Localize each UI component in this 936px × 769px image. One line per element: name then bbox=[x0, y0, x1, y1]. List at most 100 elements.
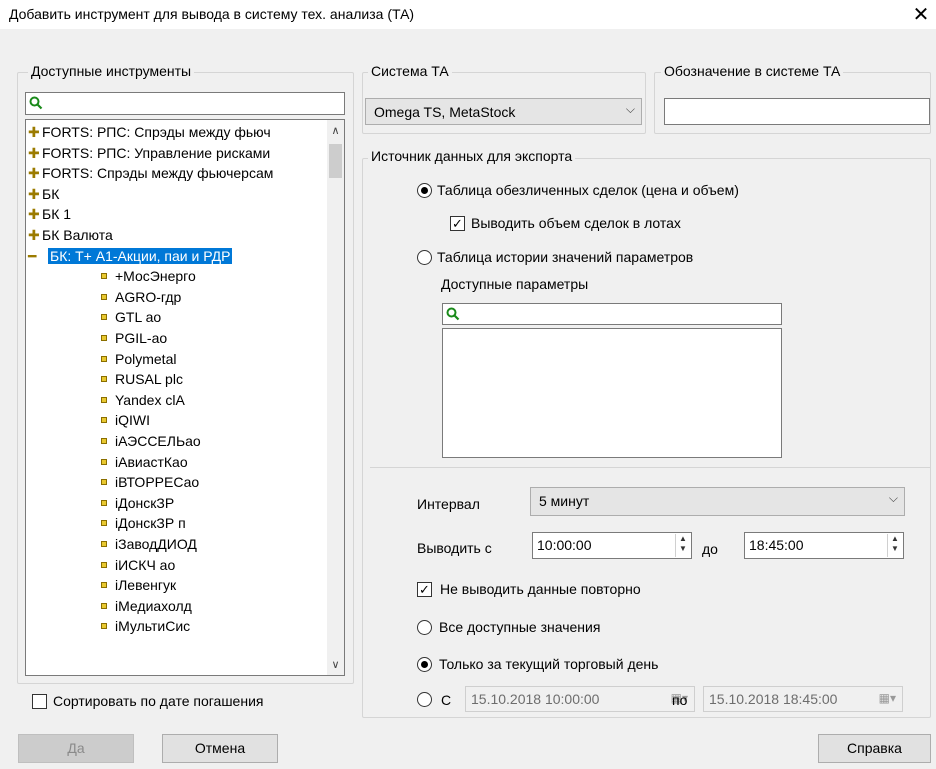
instrument-bullet-icon bbox=[101, 335, 107, 341]
from-date-value: 15.10.2018 10:00:00 bbox=[471, 691, 600, 707]
interval-value: 5 минут bbox=[539, 493, 590, 509]
collapse-minus-icon[interactable]: ━ bbox=[28, 246, 48, 266]
tree-group-label: БК 1 bbox=[42, 206, 72, 223]
tree-group-item[interactable]: ✚ FORTS: РПС: Спрэды между фьюч bbox=[28, 122, 271, 142]
expand-plus-icon[interactable]: ✚ bbox=[28, 225, 42, 245]
to-date-value: 15.10.2018 18:45:00 bbox=[709, 691, 838, 707]
help-button[interactable]: Справка bbox=[818, 734, 931, 763]
tree-instrument-item[interactable]: iВТОРРЕСао bbox=[101, 472, 199, 492]
scroll-thumb[interactable] bbox=[329, 144, 342, 178]
tree-instrument-item[interactable]: GTL ао bbox=[101, 307, 161, 327]
instrument-bullet-icon bbox=[101, 396, 107, 403]
history-table-label: Таблица истории значений параметров bbox=[437, 249, 694, 265]
instrument-bullet-icon bbox=[101, 520, 107, 527]
tree-instrument-label: iДонскЗР п bbox=[115, 515, 186, 532]
tree-instrument-item[interactable]: iМедиахолд bbox=[101, 596, 192, 616]
expand-plus-icon[interactable]: ✚ bbox=[28, 184, 42, 204]
calendar-icon[interactable]: ▦▾ bbox=[879, 691, 896, 705]
ta-system-legend: Система ТА bbox=[368, 63, 452, 79]
to-date-picker[interactable]: 15.10.2018 18:45:00 ▦▾ bbox=[703, 686, 903, 712]
all-values-label: Все доступные значения bbox=[439, 619, 601, 635]
tree-instrument-item[interactable]: iАЭССЕЛЬао bbox=[101, 431, 201, 451]
expand-plus-icon[interactable]: ✚ bbox=[28, 122, 42, 142]
sort-by-expiry-checkbox[interactable] bbox=[32, 694, 47, 709]
to-time-spinner[interactable]: ▲ ▼ bbox=[887, 534, 902, 557]
tree-group-item[interactable]: ✚ FORTS: РПС: Управление рисками bbox=[28, 143, 270, 163]
tree-instrument-label: iМультиСис bbox=[115, 618, 191, 635]
instrument-bullet-icon bbox=[101, 582, 107, 589]
history-table-radio[interactable] bbox=[417, 250, 432, 265]
today-only-label: Только за текущий торговый день bbox=[439, 656, 659, 672]
instrument-tree[interactable]: ✚ FORTS: РПС: Спрэды между фьюч ✚ FORTS: РП… bbox=[25, 119, 345, 676]
tree-group-item[interactable]: ✚ FORTS: Спрэды между фьючерсам bbox=[28, 163, 273, 183]
tree-instrument-label: Polymetal bbox=[115, 350, 177, 367]
tree-group-item[interactable]: ✚ БК Валюта bbox=[28, 225, 113, 245]
params-list[interactable] bbox=[442, 328, 782, 458]
today-only-radio[interactable] bbox=[417, 657, 432, 672]
cancel-button[interactable]: Отмена bbox=[162, 734, 278, 763]
from-time-input[interactable]: 10:00:00 ▲ ▼ bbox=[532, 532, 692, 559]
tree-instrument-item[interactable]: +МосЭнерго bbox=[101, 266, 196, 286]
tree-instrument-item[interactable]: iМультиСис bbox=[101, 616, 190, 636]
expand-plus-icon[interactable]: ✚ bbox=[28, 204, 42, 224]
scroll-up-icon[interactable]: ∧ bbox=[327, 124, 344, 137]
chevron-down-icon: ⌵ bbox=[625, 102, 635, 116]
no-repeat-checkbox[interactable]: ✓ bbox=[417, 582, 432, 597]
interval-select[interactable]: 5 минут ⌵ bbox=[530, 487, 905, 516]
from-date-picker[interactable]: 15.10.2018 10:00:00 ▦▾ bbox=[465, 686, 695, 712]
to-time-value: 18:45:00 bbox=[749, 537, 804, 553]
close-icon[interactable]: ✕ bbox=[910, 4, 932, 26]
trades-table-radio[interactable] bbox=[417, 183, 432, 198]
scroll-down-icon[interactable]: ∨ bbox=[327, 658, 344, 671]
date-range-radio[interactable] bbox=[417, 692, 432, 707]
instrument-bullet-icon bbox=[101, 499, 107, 506]
tree-instrument-label: +МосЭнерго bbox=[115, 268, 196, 285]
ok-button[interactable]: Да bbox=[18, 734, 134, 763]
tree-group-label: FORTS: РПС: Управление рисками bbox=[42, 144, 271, 161]
title-bar: Добавить инструмент для вывода в систему… bbox=[0, 0, 936, 30]
tree-group-item-selected[interactable]: ━ БК: Т+ А1-Акции, паи и РДР bbox=[28, 246, 233, 266]
tree-instrument-label: iДонскЗР bbox=[115, 494, 175, 511]
to-time-input[interactable]: 18:45:00 ▲ ▼ bbox=[744, 532, 904, 559]
tree-instrument-item[interactable]: PGIL-ао bbox=[101, 328, 167, 348]
tree-instrument-item[interactable]: Polymetal bbox=[101, 349, 176, 369]
tree-instrument-item[interactable]: iДонскЗР п bbox=[101, 513, 186, 533]
tree-instrument-item[interactable]: iЗаводДИОД bbox=[101, 534, 197, 554]
tree-instrument-item[interactable]: RUSAL plc bbox=[101, 369, 183, 389]
tree-instrument-label: RUSAL plc bbox=[115, 371, 183, 388]
tree-instrument-label: iМедиахолд bbox=[115, 597, 192, 614]
all-values-radio[interactable] bbox=[417, 620, 432, 635]
expand-plus-icon[interactable]: ✚ bbox=[28, 163, 42, 183]
instrument-bullet-icon bbox=[101, 314, 107, 321]
from-time-spinner[interactable]: ▲ ▼ bbox=[675, 534, 690, 557]
tree-instrument-label: iВТОРРЕСао bbox=[115, 474, 200, 491]
tree-instrument-label: iQIWI bbox=[115, 412, 150, 429]
lots-checkbox[interactable]: ✓ bbox=[450, 216, 465, 231]
tree-scrollbar[interactable]: ∧ ∨ bbox=[327, 120, 344, 675]
tree-instrument-item[interactable]: iQIWI bbox=[101, 410, 150, 430]
tree-instrument-item[interactable]: Yandex clA bbox=[101, 390, 185, 410]
tree-instrument-item[interactable]: iЛевенгук bbox=[101, 575, 176, 595]
lots-label: Выводить объем сделок в лотах bbox=[471, 215, 681, 231]
instrument-bullet-icon bbox=[101, 293, 107, 300]
output-from-label: Выводить с bbox=[417, 540, 492, 556]
params-search-input[interactable] bbox=[442, 303, 782, 325]
ta-system-select[interactable]: Omega TS, MetaStock ⌵ bbox=[365, 98, 642, 125]
interval-label: Интервал bbox=[417, 496, 480, 512]
instrument-bullet-icon bbox=[101, 602, 107, 609]
instrument-bullet-icon bbox=[101, 376, 107, 383]
ta-designation-input[interactable] bbox=[664, 98, 930, 125]
ta-system-value: Omega TS, MetaStock bbox=[374, 104, 516, 120]
expand-plus-icon[interactable]: ✚ bbox=[28, 143, 42, 163]
tree-instrument-item[interactable]: iАвиастКао bbox=[101, 452, 188, 472]
tree-instrument-item[interactable]: AGRO-гдр bbox=[101, 287, 181, 307]
instrument-bullet-icon bbox=[101, 541, 107, 547]
tree-group-item[interactable]: ✚ БК bbox=[28, 184, 59, 204]
search-icon bbox=[29, 96, 43, 110]
section-divider bbox=[370, 467, 931, 468]
tree-instrument-item[interactable]: iДонскЗР bbox=[101, 493, 174, 513]
instrument-search-input[interactable] bbox=[25, 92, 345, 115]
tree-instrument-item[interactable]: iИСКЧ ао bbox=[101, 555, 175, 575]
tree-group-item[interactable]: ✚ БК 1 bbox=[28, 204, 71, 224]
tree-group-label: FORTS: Спрэды между фьючерсам bbox=[42, 165, 274, 182]
